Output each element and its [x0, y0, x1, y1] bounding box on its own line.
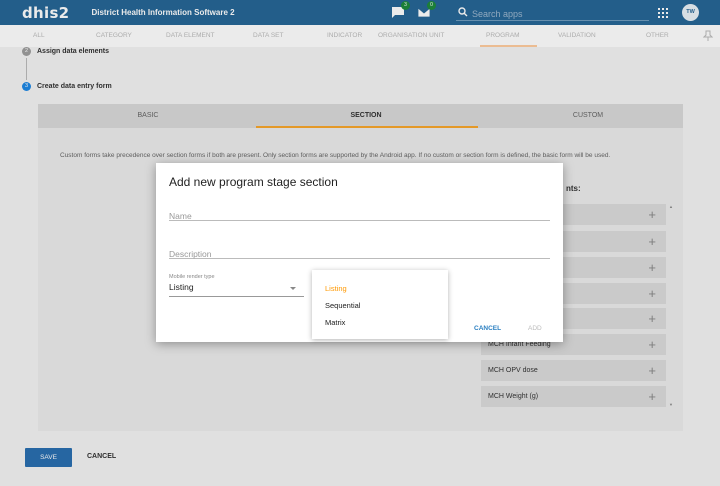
- render-type-select[interactable]: Listing: [169, 282, 304, 297]
- description-field: [169, 244, 550, 259]
- description-input[interactable]: [169, 249, 550, 259]
- name-field: [169, 206, 550, 221]
- menu-item-sequential[interactable]: Sequential: [325, 301, 360, 310]
- menu-item-listing[interactable]: Listing: [325, 284, 347, 293]
- render-type-menu: Listing Sequential Matrix: [312, 270, 448, 339]
- name-input[interactable]: [169, 211, 550, 221]
- dialog-title: Add new program stage section: [169, 175, 338, 189]
- render-type-label: Mobile render type: [169, 274, 215, 280]
- menu-item-matrix[interactable]: Matrix: [325, 318, 345, 327]
- render-type-value: Listing: [169, 282, 194, 292]
- dialog-cancel-button[interactable]: CANCEL: [474, 325, 501, 332]
- chevron-down-icon: [290, 287, 296, 290]
- dialog-add-button[interactable]: ADD: [528, 325, 542, 332]
